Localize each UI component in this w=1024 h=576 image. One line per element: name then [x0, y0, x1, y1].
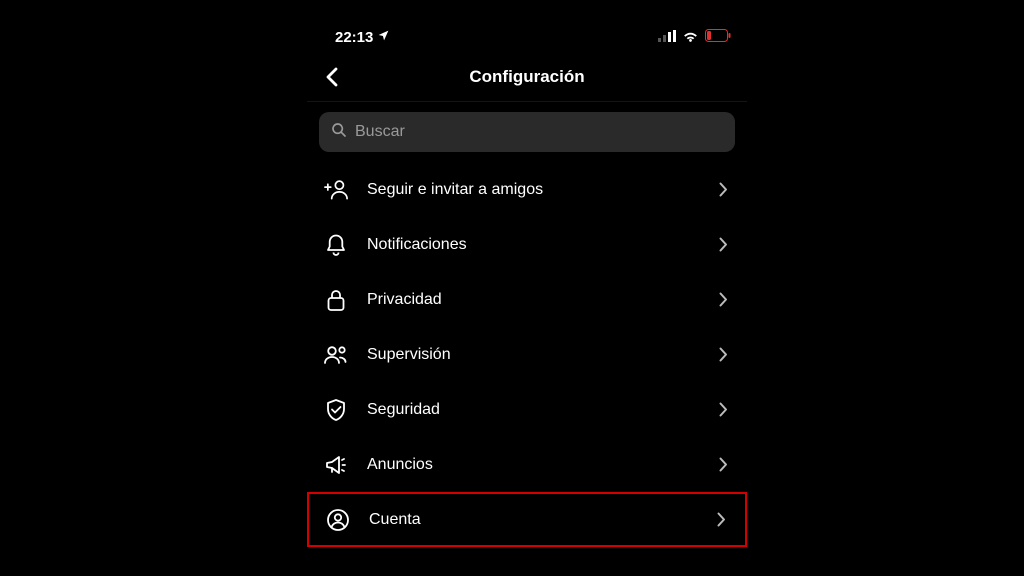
cellular-icon	[658, 29, 676, 46]
chevron-right-icon	[715, 457, 731, 473]
search-container: Buscar	[307, 102, 747, 162]
search-icon	[331, 122, 347, 143]
account-icon	[325, 507, 351, 533]
chevron-right-icon	[715, 292, 731, 308]
menu-item-follow-invite[interactable]: Seguir e invitar a amigos	[307, 162, 747, 217]
chevron-right-icon	[713, 512, 729, 528]
menu-item-label: Cuenta	[369, 511, 695, 529]
chevron-right-icon	[715, 402, 731, 418]
megaphone-icon	[323, 452, 349, 478]
bell-icon	[323, 232, 349, 258]
menu-item-account[interactable]: Cuenta	[307, 492, 747, 547]
status-left: 22:13	[321, 29, 390, 46]
menu-item-notifications[interactable]: Notificaciones	[307, 217, 747, 272]
back-button[interactable]	[317, 62, 347, 92]
search-placeholder: Buscar	[355, 123, 405, 141]
shield-icon	[323, 397, 349, 423]
menu-item-label: Seguridad	[367, 401, 697, 419]
menu-item-security[interactable]: Seguridad	[307, 382, 747, 437]
menu-item-label: Supervisión	[367, 346, 697, 364]
menu-item-ads[interactable]: Anuncios	[307, 437, 747, 492]
page-title: Configuración	[469, 67, 584, 87]
menu-item-label: Seguir e invitar a amigos	[367, 181, 697, 199]
lock-icon	[323, 287, 349, 313]
wifi-icon	[682, 29, 699, 46]
menu-item-label: Anuncios	[367, 456, 697, 474]
status-time: 22:13	[335, 29, 373, 46]
menu-item-privacy[interactable]: Privacidad	[307, 272, 747, 327]
chevron-right-icon	[715, 347, 731, 363]
menu-item-label: Notificaciones	[367, 236, 697, 254]
search-input[interactable]: Buscar	[319, 112, 735, 152]
nav-header: Configuración	[307, 52, 747, 102]
menu-item-supervision[interactable]: Supervisión	[307, 327, 747, 382]
status-right	[658, 29, 733, 46]
location-icon	[377, 29, 390, 46]
battery-low-icon	[705, 29, 731, 46]
settings-menu: Seguir e invitar a amigos Notificaciones	[307, 162, 747, 547]
chevron-right-icon	[715, 182, 731, 198]
phone-screen: 22:13	[307, 22, 747, 576]
chevron-right-icon	[715, 237, 731, 253]
person-plus-icon	[323, 177, 349, 203]
menu-item-label: Privacidad	[367, 291, 697, 309]
people-icon	[323, 342, 349, 368]
status-bar: 22:13	[307, 22, 747, 52]
